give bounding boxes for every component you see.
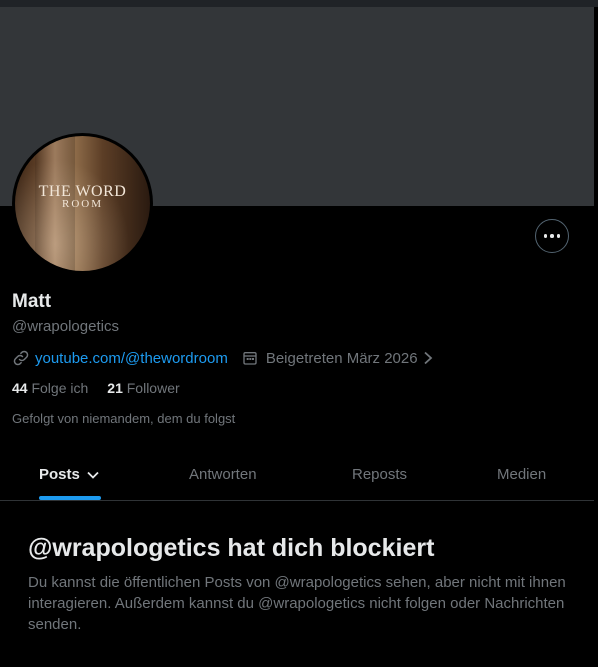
joined-date[interactable]: Beigetreten März 2026 [266,350,418,367]
profile-name: Matt [12,291,52,312]
tab-label: Antworten [189,466,257,483]
following-count: 44 [12,380,28,396]
more-horizontal-icon [543,234,561,238]
avatar-image: THE WORD ROOM [15,136,150,271]
tab-label: Reposts [352,466,408,483]
followers-label: Follower [126,380,180,396]
more-options-button[interactable] [535,219,569,253]
avatar[interactable]: THE WORD ROOM [12,133,153,274]
active-tab-indicator [39,496,101,500]
scrollbar-gutter [594,7,598,667]
avatar-logo-subtext: ROOM [61,198,103,210]
profile-handle: @wrapologetics [12,318,119,335]
website-link[interactable]: youtube.com/@thewordroom [35,350,228,367]
chevron-right-icon[interactable] [422,351,434,365]
tab-posts[interactable]: Posts [39,449,101,500]
profile-meta: youtube.com/@thewordroom Beigetreten Mär… [12,348,434,368]
blocked-description: Du kannst die öffentlichen Posts von @wr… [28,574,566,633]
top-strip [0,0,598,7]
link-icon [13,350,29,366]
following-label: Folge ich [31,380,89,396]
tab-antworten[interactable]: Antworten [189,449,257,500]
calendar-icon [243,352,257,365]
tab-medien[interactable]: Medien [497,449,546,500]
followers-link[interactable]: 21 Follower [107,380,179,396]
following-link[interactable]: 44 Folge ich [12,380,88,396]
followed-by-text: Gefolgt von niemandem, dem du folgst [12,411,236,426]
tab-label: Medien [497,466,547,483]
tab-reposts[interactable]: Reposts [352,449,407,500]
chevron-down-icon [87,471,99,479]
followers-count: 21 [107,380,123,396]
profile-tabs: Posts Antworten Reposts Medien [0,449,594,501]
blocked-title: @wrapologetics hat dich blockiert [28,534,435,562]
tab-label: Posts [39,466,80,483]
follow-stats: 44 Folge ich 21 Follower [12,380,180,396]
